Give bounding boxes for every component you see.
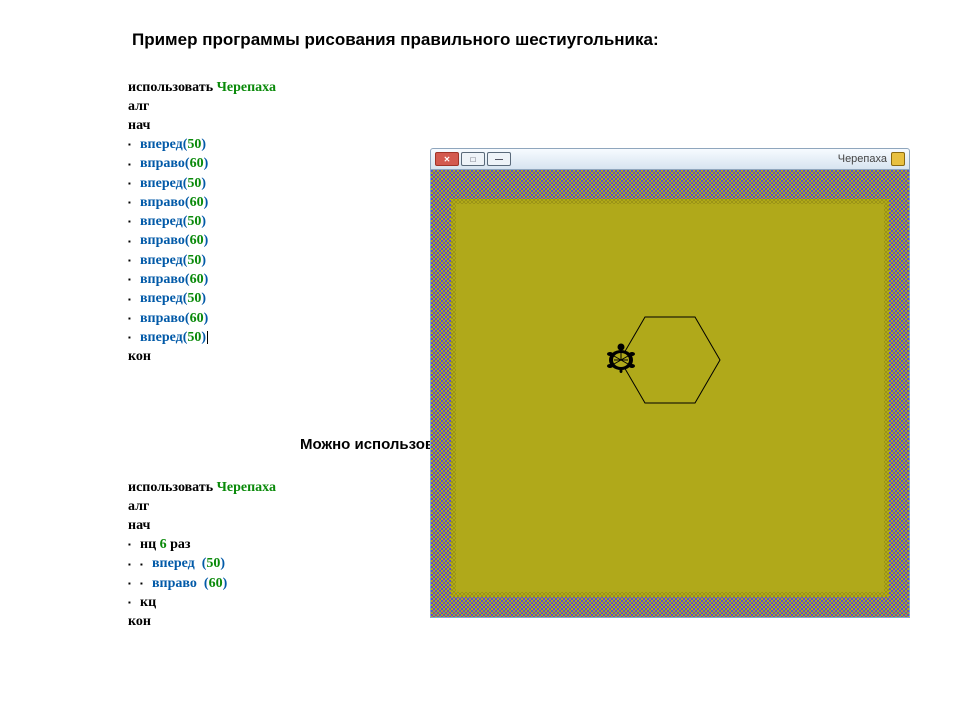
- code-line: алг: [128, 497, 276, 516]
- turtle-output-window: ✕ □ — Черепаха: [430, 148, 910, 618]
- code-line: вправо(60): [128, 309, 276, 328]
- code-line: вправо(60): [128, 154, 276, 173]
- window-maximize-button[interactable]: □: [461, 152, 485, 166]
- code-line: кон: [128, 612, 276, 631]
- code-line: вправо(60): [128, 231, 276, 250]
- window-titlebar[interactable]: ✕ □ — Черепаха: [430, 148, 910, 170]
- code-line: вперед (50): [128, 554, 276, 573]
- code-sample-2: использовать Черепаха алг нач нц 6 раз в…: [128, 478, 276, 631]
- turtle-canvas: [456, 204, 884, 592]
- code-line: вправо(60): [128, 270, 276, 289]
- page-title: Пример программы рисования правильного ш…: [132, 30, 659, 50]
- window-client-area: [430, 170, 910, 618]
- code-line: вправо(60): [128, 193, 276, 212]
- code-sample-1: использовать Черепаха алг нач вперед(50)…: [128, 78, 276, 366]
- code-line: использовать Черепаха: [128, 478, 276, 497]
- window-close-button[interactable]: ✕: [435, 152, 459, 166]
- code-line: нач: [128, 516, 276, 535]
- code-line: вправо (60): [128, 574, 276, 593]
- turtle-icon: [607, 343, 635, 373]
- code-line: вперед(50): [128, 328, 276, 347]
- code-line: вперед(50): [128, 251, 276, 270]
- window-minimize-button[interactable]: —: [487, 152, 511, 166]
- code-line: нач: [128, 116, 276, 135]
- window-icon: [891, 152, 905, 166]
- hexagon-drawing: [595, 312, 745, 422]
- code-line: вперед(50): [128, 135, 276, 154]
- code-line: кон: [128, 347, 276, 366]
- code-line: вперед(50): [128, 289, 276, 308]
- canvas-border: [451, 199, 889, 597]
- window-title: Черепаха: [838, 153, 887, 165]
- code-line: использовать Черепаха: [128, 78, 276, 97]
- code-line: кц: [128, 593, 276, 612]
- code-line: нц 6 раз: [128, 535, 276, 554]
- code-line: вперед(50): [128, 212, 276, 231]
- text-cursor: [207, 331, 208, 344]
- code-line: алг: [128, 97, 276, 116]
- code-line: вперед(50): [128, 174, 276, 193]
